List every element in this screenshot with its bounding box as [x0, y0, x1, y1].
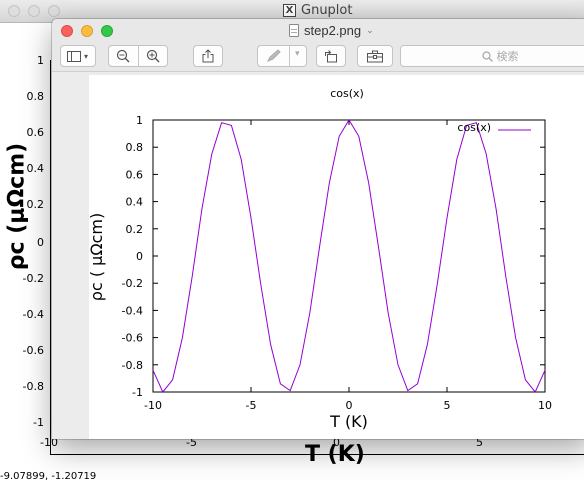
zoom-out-icon [116, 49, 130, 63]
y-tick-label: 1 [136, 114, 143, 127]
gnuplot-y-tick: -0.6 [22, 344, 44, 357]
toolbox-button[interactable] [357, 45, 393, 67]
maximize-button[interactable] [101, 25, 113, 37]
plot-frame [152, 119, 546, 393]
gnuplot-window-title: X Gnuplot [283, 3, 352, 18]
share-icon [202, 49, 214, 63]
minimize-button[interactable] [81, 25, 93, 37]
document-title-text: step2.png [304, 23, 362, 38]
gnuplot-x-axis-label: T (K) [305, 442, 365, 467]
pen-icon [266, 49, 281, 62]
series-line-cos [152, 119, 546, 393]
preview-content-area: cos(x) 1 0.8 0.6 0.4 0.2 0 -0.2 -0.4 -0.6 -0.8 -1 … [52, 72, 584, 439]
x-tick-label: -10 [144, 399, 162, 412]
zoom-in-button[interactable] [146, 49, 160, 66]
y-tick-label: -0.4 [122, 304, 143, 317]
chevron-down-icon: ⌄ [366, 25, 374, 35]
search-field[interactable]: 検索 [400, 45, 584, 67]
rotate-icon [325, 50, 337, 63]
search-placeholder: 検索 [496, 51, 519, 63]
y-tick-label: 0.2 [126, 223, 144, 236]
x-tick-label: 10 [538, 399, 552, 412]
y-tick-label: -1 [132, 386, 143, 399]
document-title[interactable]: step2.png ⌄ [289, 23, 374, 38]
gnuplot-y-tick: -1 [33, 416, 44, 429]
close-button-inactive[interactable] [8, 5, 20, 17]
chevron-down-icon: ▾ [295, 48, 300, 58]
close-button[interactable] [61, 25, 73, 37]
y-tick-label: 0.8 [126, 141, 144, 154]
y-tick-label: 0.6 [126, 168, 144, 181]
sidebar-toggle-button[interactable]: ▾ [60, 45, 96, 67]
sidebar-toggle-icon [67, 50, 81, 62]
markup-button[interactable] [266, 49, 282, 66]
image-page: cos(x) 1 0.8 0.6 0.4 0.2 0 -0.2 -0.4 -0.6 -0.8 -1 … [89, 75, 584, 439]
preview-window: step2.png ⌄ ▾ ▾ 検索 cos(x) 1 0.8 0.6 0.4 … [52, 19, 584, 439]
y-tick-label: 0.4 [126, 196, 144, 209]
x-tick-label: 5 [444, 399, 451, 412]
preview-toolbar: ▾ ▾ 検索 [52, 43, 584, 72]
gnuplot-mouse-coordinates: -9.07899, -1.20719 [0, 471, 97, 482]
preview-titlebar: step2.png ⌄ [52, 19, 584, 43]
gnuplot-title-text: Gnuplot [301, 3, 353, 18]
minimize-button-inactive[interactable] [28, 5, 40, 17]
markup-group: ▾ [257, 45, 307, 67]
x-tick-label: 0 [346, 399, 353, 412]
y-axis-label: ρc ( μΩcm) [89, 213, 106, 301]
gnuplot-y-tick: 1 [37, 54, 44, 67]
zoom-out-button[interactable] [116, 49, 130, 66]
chart-title: cos(x) [330, 87, 364, 100]
y-tick-label: -0.6 [122, 332, 143, 345]
zoom-in-icon [146, 49, 160, 63]
rotate-button[interactable] [316, 45, 346, 67]
document-icon [289, 24, 299, 37]
maximize-button-inactive[interactable] [48, 5, 60, 17]
share-button[interactable] [193, 45, 223, 67]
y-tick-label: 0 [136, 250, 143, 263]
chevron-down-icon: ▾ [84, 51, 89, 61]
zoom-group [108, 45, 168, 67]
x11-icon: X [283, 4, 296, 17]
gnuplot-y-axis-label: ρc (μΩcm) [4, 142, 30, 271]
toolbox-icon [367, 50, 383, 63]
legend-label: cos(x) [457, 121, 491, 134]
search-icon [481, 50, 493, 62]
gnuplot-y-tick: 0.8 [26, 90, 45, 103]
gnuplot-y-tick: -0.8 [22, 380, 44, 393]
gnuplot-y-tick: -0.4 [22, 308, 44, 321]
y-tick-label: -0.8 [122, 359, 143, 372]
x-tick-label: -5 [246, 399, 257, 412]
y-tick-label: -0.2 [122, 277, 143, 290]
markup-menu-button[interactable]: ▾ [295, 48, 300, 59]
x-axis-label: T (K) [329, 412, 368, 431]
cos-chart: cos(x) 10.80.60.40.20-0.2-0.4-0.6-0.8-1 … [89, 87, 552, 431]
gnuplot-y-axis [50, 60, 51, 455]
